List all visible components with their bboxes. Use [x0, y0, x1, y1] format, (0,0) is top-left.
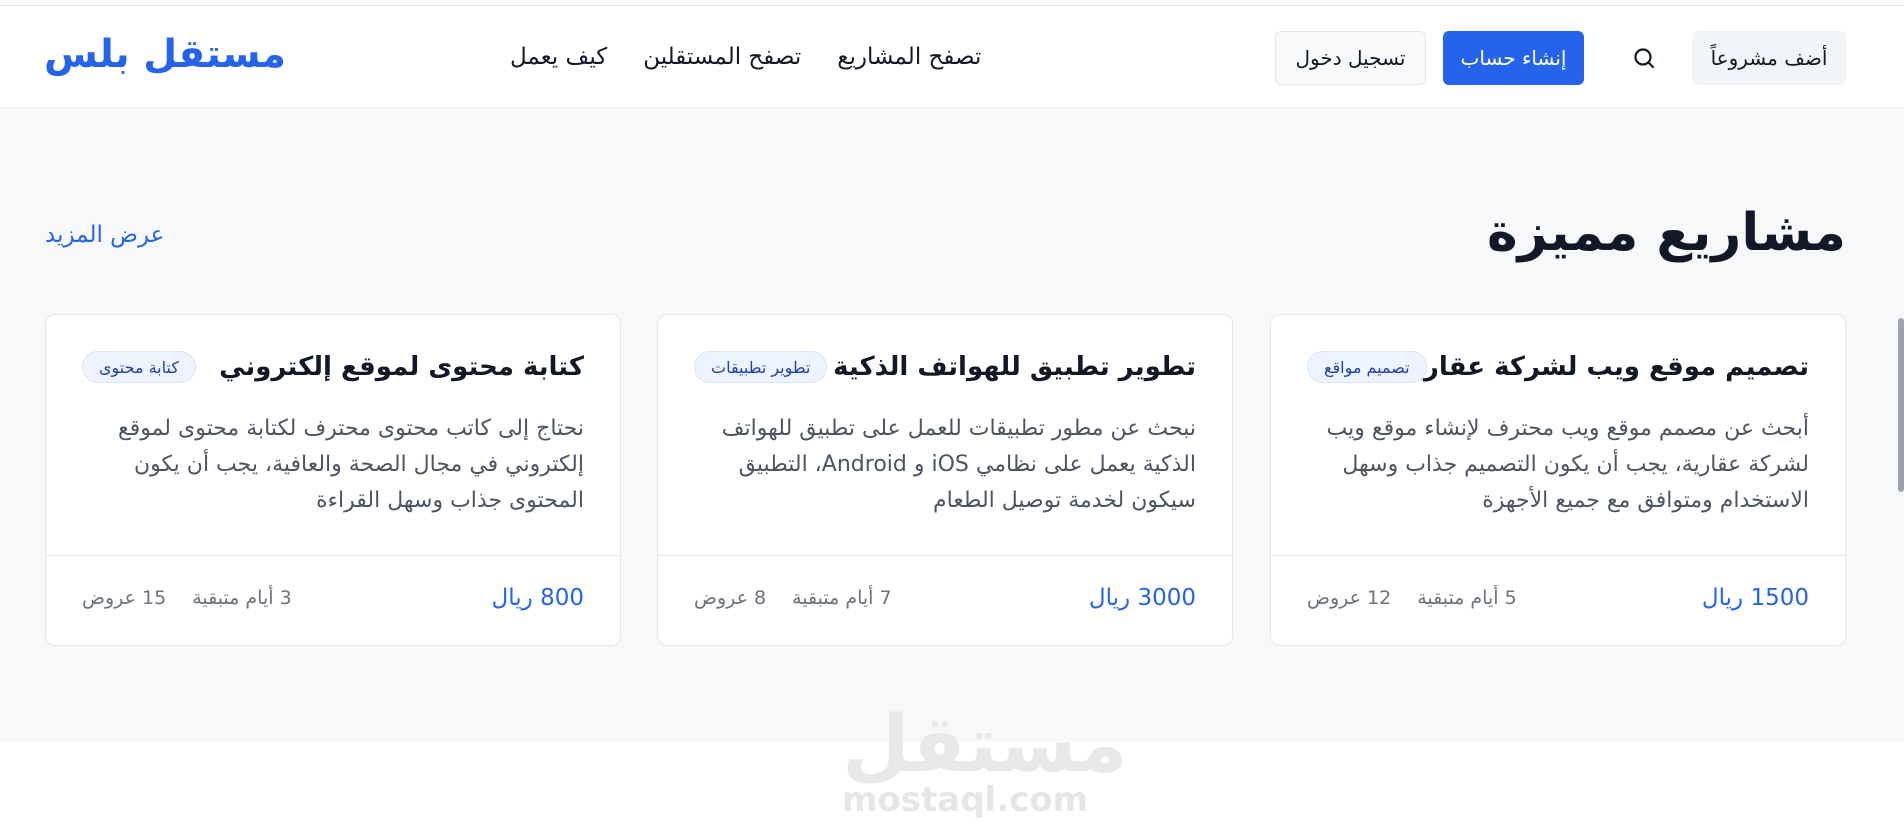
section-title: مشاريع مميزة: [1486, 203, 1846, 263]
project-meta: 15 عروض 3 أيام متبقية: [82, 587, 292, 609]
days-remaining: 3 أيام متبقية: [192, 587, 292, 609]
project-title[interactable]: تصميم موقع ويب لشركة عقارية: [1398, 352, 1809, 382]
watermark-latin: mostaql.com: [842, 780, 1089, 820]
category-badge[interactable]: تصميم مواقع: [1307, 351, 1427, 383]
project-card[interactable]: كتابة محتوى لموقع إلكتروني كتابة محتوى ن…: [45, 314, 621, 646]
search-button[interactable]: [1630, 44, 1660, 74]
days-remaining: 5 أيام متبقية: [1417, 587, 1517, 609]
search-icon: [1634, 48, 1655, 69]
project-meta: 8 عروض 7 أيام متبقية: [694, 587, 892, 609]
project-description: نحتاج إلى كاتب محتوى محترف لكتابة محتوى …: [118, 416, 584, 513]
brand-logo[interactable]: مستقل بلس: [44, 32, 286, 77]
project-price: 1500 ريال: [1701, 585, 1809, 611]
days-remaining: 7 أيام متبقية: [792, 587, 892, 609]
project-description: نبحث عن مطور تطبيقات للعمل على تطبيق لله…: [721, 416, 1196, 513]
page-scrollbar[interactable]: [1898, 318, 1904, 492]
featured-projects-section: مشاريع مميزة عرض المزيد تصميم موقع ويب ل…: [0, 108, 1904, 742]
offers-count: 8 عروض: [694, 587, 767, 609]
card-divider: [1271, 555, 1845, 556]
project-description: أبحث عن مصمم موقع ويب محترف لإنشاء موقع …: [1326, 416, 1809, 513]
category-badge[interactable]: كتابة محتوى: [82, 351, 196, 383]
card-divider: [46, 555, 620, 556]
project-title[interactable]: كتابة محتوى لموقع إلكتروني: [219, 352, 584, 382]
login-button[interactable]: تسجيل دخول: [1275, 31, 1426, 85]
main-nav: كيف يعمل تصفح المستقلين تصفح المشاريع: [510, 44, 981, 84]
project-price: 800 ريال: [491, 585, 584, 611]
category-badge[interactable]: تطوير تطبيقات: [694, 351, 828, 383]
nav-browse-projects[interactable]: تصفح المشاريع: [837, 44, 981, 84]
nav-how-it-works[interactable]: كيف يعمل: [510, 44, 607, 84]
view-more-link[interactable]: عرض المزيد: [45, 222, 164, 248]
card-divider: [658, 555, 1232, 556]
offers-count: 15 عروض: [82, 587, 167, 609]
project-price: 3000 ريال: [1088, 585, 1196, 611]
watermark-arabic: مستقل: [842, 700, 1129, 790]
project-meta: 12 عروض 5 أيام متبقية: [1307, 587, 1517, 609]
site-header: مستقل بلس كيف يعمل تصفح المستقلين تصفح ا…: [0, 6, 1904, 108]
project-card[interactable]: تصميم موقع ويب لشركة عقارية تصميم مواقع …: [1270, 314, 1846, 646]
project-card[interactable]: تطوير تطبيق للهواتف الذكية تطوير تطبيقات…: [657, 314, 1233, 646]
offers-count: 12 عروض: [1307, 587, 1392, 609]
project-title[interactable]: تطوير تطبيق للهواتف الذكية: [833, 352, 1196, 382]
nav-browse-freelancers[interactable]: تصفح المستقلين: [643, 44, 801, 84]
add-project-button[interactable]: أضف مشروعاً: [1692, 31, 1846, 85]
signup-button[interactable]: إنشاء حساب: [1443, 31, 1584, 85]
